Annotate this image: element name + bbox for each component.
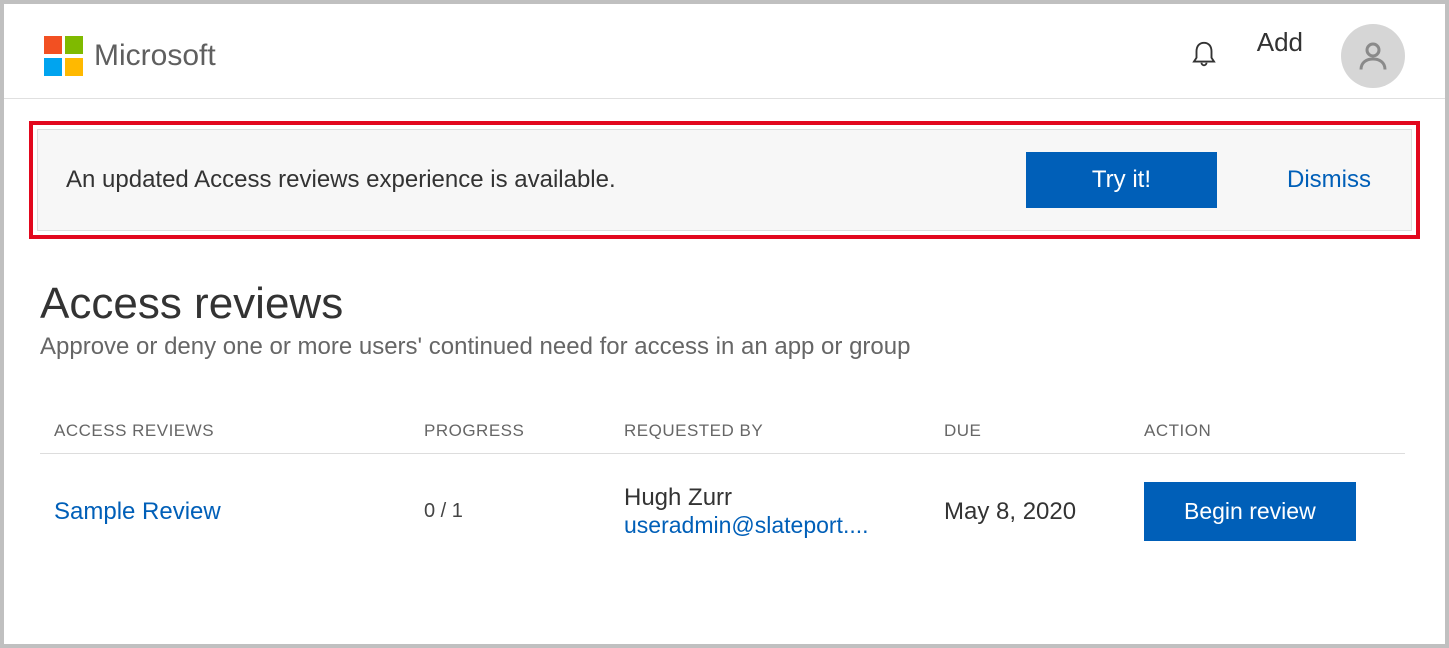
banner-actions: Try it! Dismiss (1026, 152, 1371, 208)
header: Microsoft Add (4, 4, 1445, 99)
col-header-name: ACCESS REVIEWS (54, 421, 424, 441)
review-due-date: May 8, 2020 (944, 498, 1076, 525)
brand-name: Microsoft (94, 39, 216, 73)
col-header-requested-by: REQUESTED BY (624, 421, 944, 441)
brand-area: Microsoft (44, 36, 216, 76)
dismiss-button[interactable]: Dismiss (1287, 166, 1371, 194)
page-title: Access reviews (40, 279, 1405, 329)
reviews-table: ACCESS REVIEWS PROGRESS REQUESTED BY DUE… (40, 421, 1405, 569)
notification-banner: An updated Access reviews experience is … (37, 129, 1412, 231)
table-header-row: ACCESS REVIEWS PROGRESS REQUESTED BY DUE… (40, 421, 1405, 454)
page-subtitle: Approve or deny one or more users' conti… (40, 333, 1405, 361)
person-icon (1355, 38, 1391, 74)
review-progress: 0 / 1 (424, 500, 463, 522)
begin-review-button[interactable]: Begin review (1144, 482, 1356, 541)
col-header-progress: PROGRESS (424, 421, 624, 441)
microsoft-logo-icon (44, 36, 84, 76)
notifications-icon[interactable] (1189, 37, 1219, 76)
add-button[interactable]: Add (1257, 27, 1303, 58)
banner-message: An updated Access reviews experience is … (66, 166, 616, 194)
col-header-due: DUE (944, 421, 1144, 441)
app-window: Microsoft Add An updated Access reviews … (4, 4, 1445, 644)
review-name-link[interactable]: Sample Review (54, 498, 221, 525)
try-it-button[interactable]: Try it! (1026, 152, 1217, 208)
col-header-action: ACTION (1144, 421, 1391, 441)
table-row: Sample Review 0 / 1 Hugh Zurr useradmin@… (40, 454, 1405, 569)
main-content: Access reviews Approve or deny one or mo… (4, 239, 1445, 569)
avatar[interactable] (1341, 24, 1405, 88)
requester-email-link[interactable]: useradmin@slateport.... (624, 512, 944, 539)
notification-banner-highlight: An updated Access reviews experience is … (29, 121, 1420, 239)
header-actions: Add (1189, 24, 1405, 88)
requester-name: Hugh Zurr (624, 484, 944, 512)
